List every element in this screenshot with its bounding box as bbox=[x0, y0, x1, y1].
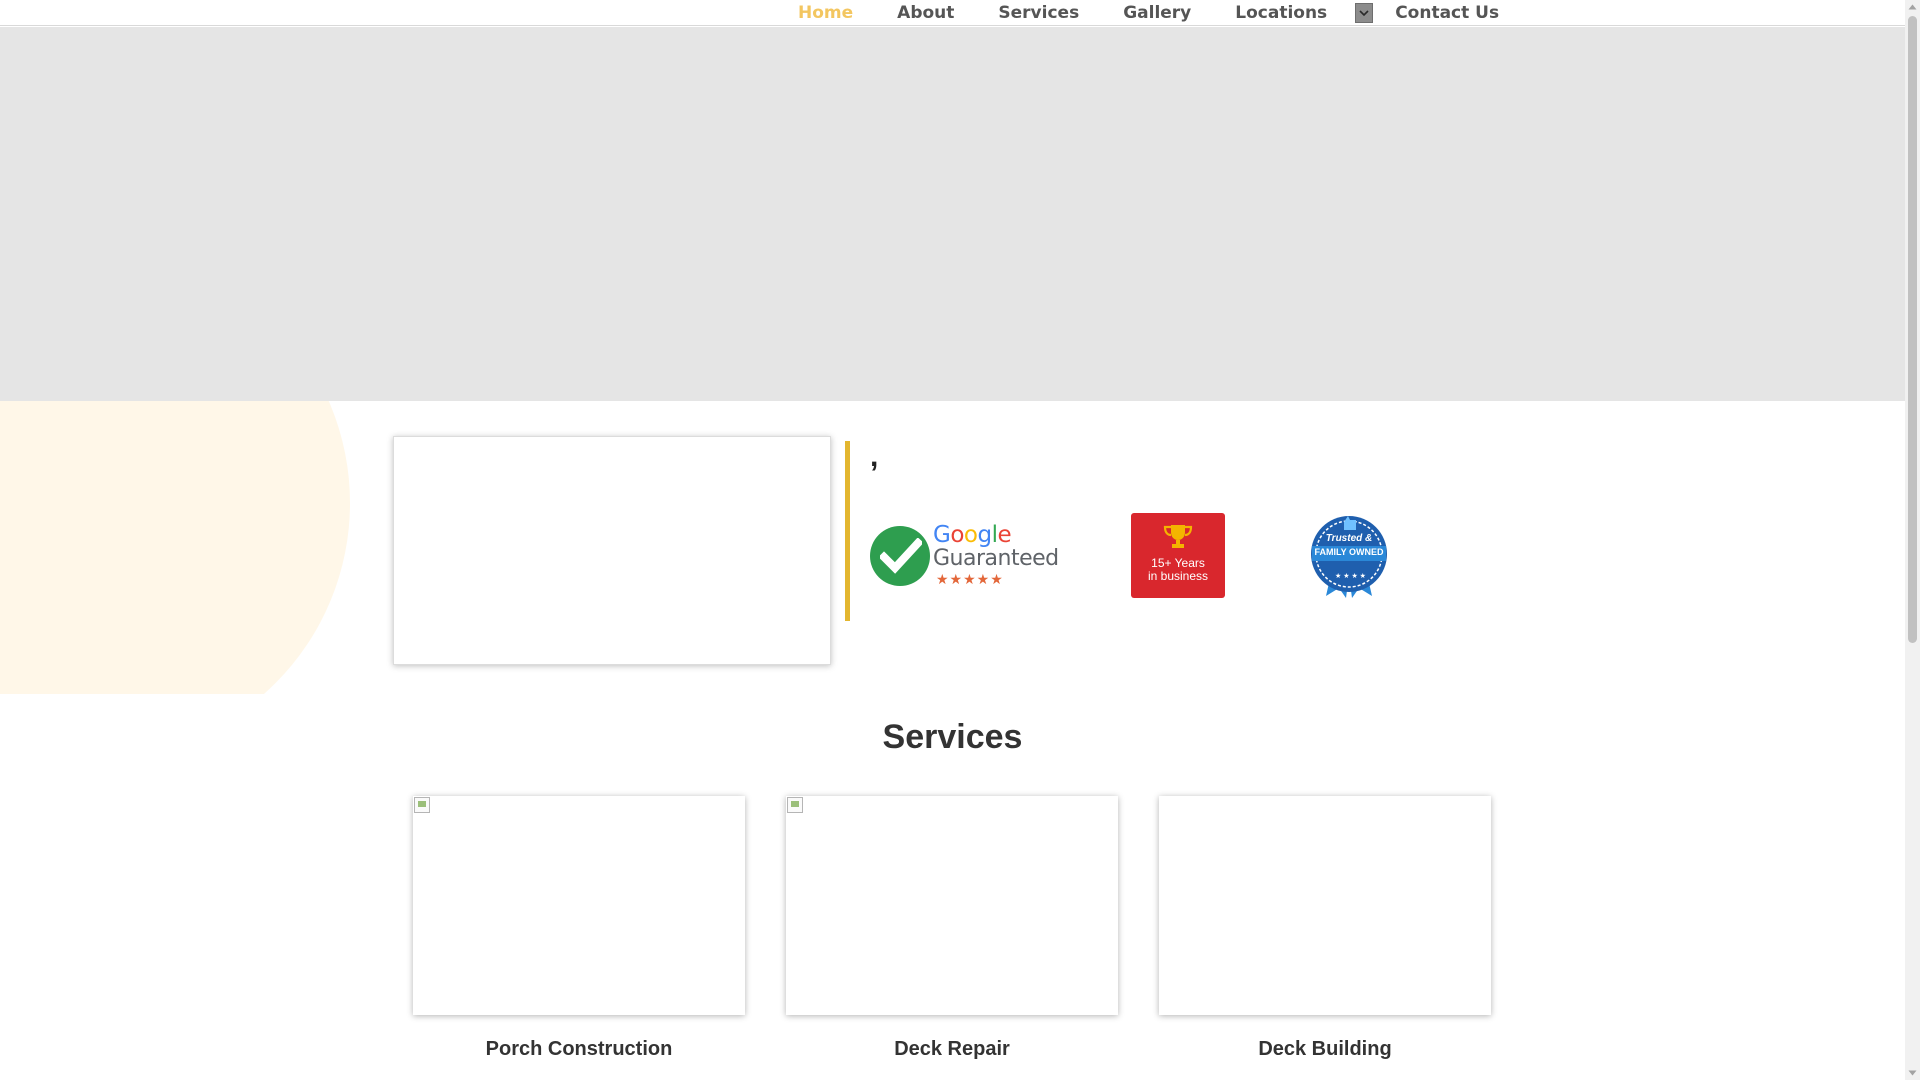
service-card-deck-building[interactable]: Deck Building bbox=[1159, 796, 1491, 1061]
service-image[interactable] bbox=[413, 796, 745, 1015]
top-navigation: Home About Services Gallery Locations Co… bbox=[0, 0, 1905, 26]
nav-home-link[interactable]: Home bbox=[798, 3, 853, 23]
intro-image-card bbox=[393, 436, 831, 665]
family-owned-text: FAMILY OWNED bbox=[1314, 547, 1384, 557]
service-image[interactable] bbox=[786, 796, 1118, 1015]
page: Home About Services Gallery Locations Co… bbox=[0, 0, 1905, 1080]
services-heading: Services bbox=[882, 718, 1023, 756]
service-image[interactable] bbox=[1159, 796, 1491, 1015]
nav-contact-link[interactable]: Contact Us bbox=[1395, 3, 1499, 23]
nav-locations-link[interactable]: Locations bbox=[1235, 3, 1327, 23]
years-line-2: in business bbox=[1147, 569, 1209, 583]
years-text: 15+ Years in business bbox=[1131, 557, 1225, 583]
service-title[interactable]: Deck Building bbox=[1159, 1038, 1491, 1061]
decorative-shape bbox=[0, 401, 360, 694]
broken-image-icon bbox=[414, 797, 430, 813]
nav-about-link[interactable]: About bbox=[897, 3, 954, 23]
google-letter: g bbox=[977, 522, 992, 548]
nav-items: Home About Services Gallery Locations Co… bbox=[798, 0, 1543, 26]
google-letter: G bbox=[933, 522, 951, 548]
google-letter: o bbox=[950, 522, 964, 548]
google-guaranteed-text: Guaranteed bbox=[933, 546, 1059, 571]
broken-image-icon bbox=[787, 797, 803, 813]
trusted-text: Trusted & bbox=[1325, 533, 1373, 544]
scroll-down-arrow-icon[interactable] bbox=[1908, 1069, 1917, 1077]
nav-services-link[interactable]: Services bbox=[998, 3, 1079, 23]
hero-banner bbox=[0, 27, 1905, 401]
svg-text:★ ★ ★ ★: ★ ★ ★ ★ bbox=[1335, 572, 1366, 580]
service-card-deck-repair[interactable]: Deck Repair bbox=[786, 796, 1118, 1061]
service-card-porch-construction[interactable]: Porch Construction bbox=[413, 796, 745, 1061]
scrollbar-thumb[interactable] bbox=[1908, 16, 1917, 643]
locations-dropdown-toggle[interactable] bbox=[1355, 3, 1374, 23]
years-in-business-badge: 15+ Years in business bbox=[1131, 513, 1225, 598]
scroll-up-arrow-icon[interactable] bbox=[1908, 3, 1917, 11]
trophy-icon bbox=[1163, 525, 1193, 548]
star-rating-icon: ★★★★★ bbox=[936, 571, 1004, 587]
google-letter: e bbox=[997, 522, 1012, 548]
intro-accent-bar bbox=[845, 441, 850, 621]
google-guaranteed-badge: Google Guaranteed ★★★★★ bbox=[870, 522, 1059, 587]
trusted-family-owned-badge: ★ ★ ★ ★ Trusted & FAMILY OWNED bbox=[1304, 512, 1394, 598]
chevron-down-icon bbox=[1359, 10, 1369, 17]
intro-heading: , bbox=[870, 440, 879, 473]
nav-gallery-link[interactable]: Gallery bbox=[1123, 3, 1191, 23]
service-title[interactable]: Porch Construction bbox=[413, 1038, 745, 1061]
google-wordmark: Google bbox=[933, 522, 1012, 548]
google-letter: o bbox=[963, 522, 978, 548]
service-title[interactable]: Deck Repair bbox=[786, 1038, 1118, 1061]
check-icon bbox=[870, 526, 930, 586]
vertical-scrollbar[interactable] bbox=[1905, 0, 1920, 1080]
